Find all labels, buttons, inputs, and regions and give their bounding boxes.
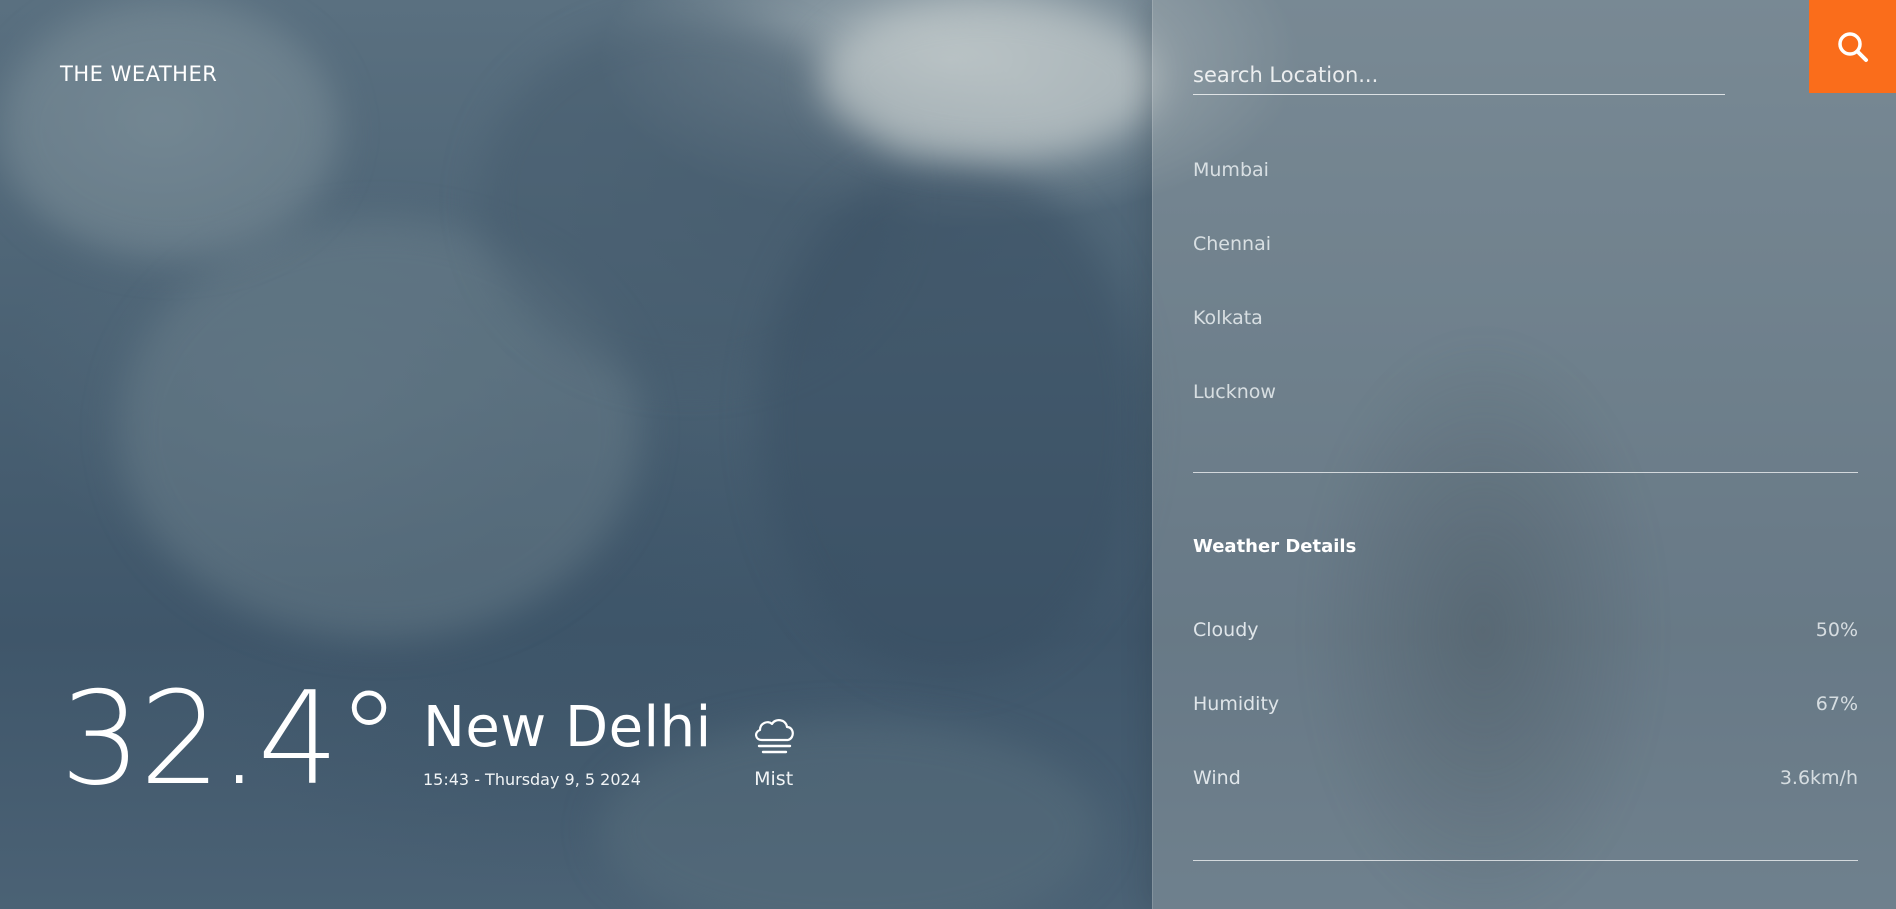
background-cloud	[120, 220, 640, 640]
location-list: Mumbai Chennai Kolkata Lucknow	[1193, 158, 1276, 454]
app-logo: THE WEATHER	[60, 62, 218, 86]
location-item-mumbai[interactable]: Mumbai	[1193, 158, 1276, 232]
city-name: New Delhi	[423, 695, 712, 760]
cloud-mist-icon	[754, 719, 794, 754]
detail-row-wind: Wind 3.6km/h	[1193, 767, 1858, 789]
divider	[1193, 472, 1858, 473]
search-icon	[1838, 31, 1868, 62]
location-item-kolkata[interactable]: Kolkata	[1193, 306, 1276, 380]
weather-details-title: Weather Details	[1193, 536, 1357, 557]
divider	[1193, 860, 1858, 861]
weather-app: THE WEATHER 32.4° New Delhi 15:43 - Thur…	[0, 0, 1896, 909]
temperature: 32.4°	[60, 665, 401, 814]
detail-label: Cloudy	[1193, 619, 1259, 641]
location-item-chennai[interactable]: Chennai	[1193, 232, 1276, 306]
condition-label: Mist	[754, 768, 794, 790]
background-cloud	[0, 0, 340, 260]
search-button[interactable]	[1809, 0, 1896, 93]
date-time: 15:43 - Thursday 9, 5 2024	[423, 770, 641, 789]
detail-row-cloudy: Cloudy 50%	[1193, 619, 1858, 641]
location-item-lucknow[interactable]: Lucknow	[1193, 380, 1276, 454]
city-info: New Delhi 15:43 - Thursday 9, 5 2024	[423, 695, 712, 790]
side-panel: Mumbai Chennai Kolkata Lucknow Weather D…	[1152, 0, 1896, 909]
detail-label: Humidity	[1193, 693, 1280, 715]
current-weather: 32.4° New Delhi 15:43 - Thursday 9, 5 20…	[60, 676, 798, 804]
detail-row-humidity: Humidity 67%	[1193, 693, 1858, 715]
condition: Mist	[750, 714, 798, 790]
background-cloud	[760, 160, 1140, 680]
search-input[interactable]	[1193, 56, 1725, 95]
detail-value: 3.6km/h	[1779, 767, 1858, 789]
background-cloud	[480, 20, 900, 380]
detail-value: 50%	[1815, 619, 1858, 641]
detail-value: 67%	[1815, 693, 1858, 715]
detail-label: Wind	[1193, 767, 1241, 789]
background-cloud	[820, 0, 1160, 160]
